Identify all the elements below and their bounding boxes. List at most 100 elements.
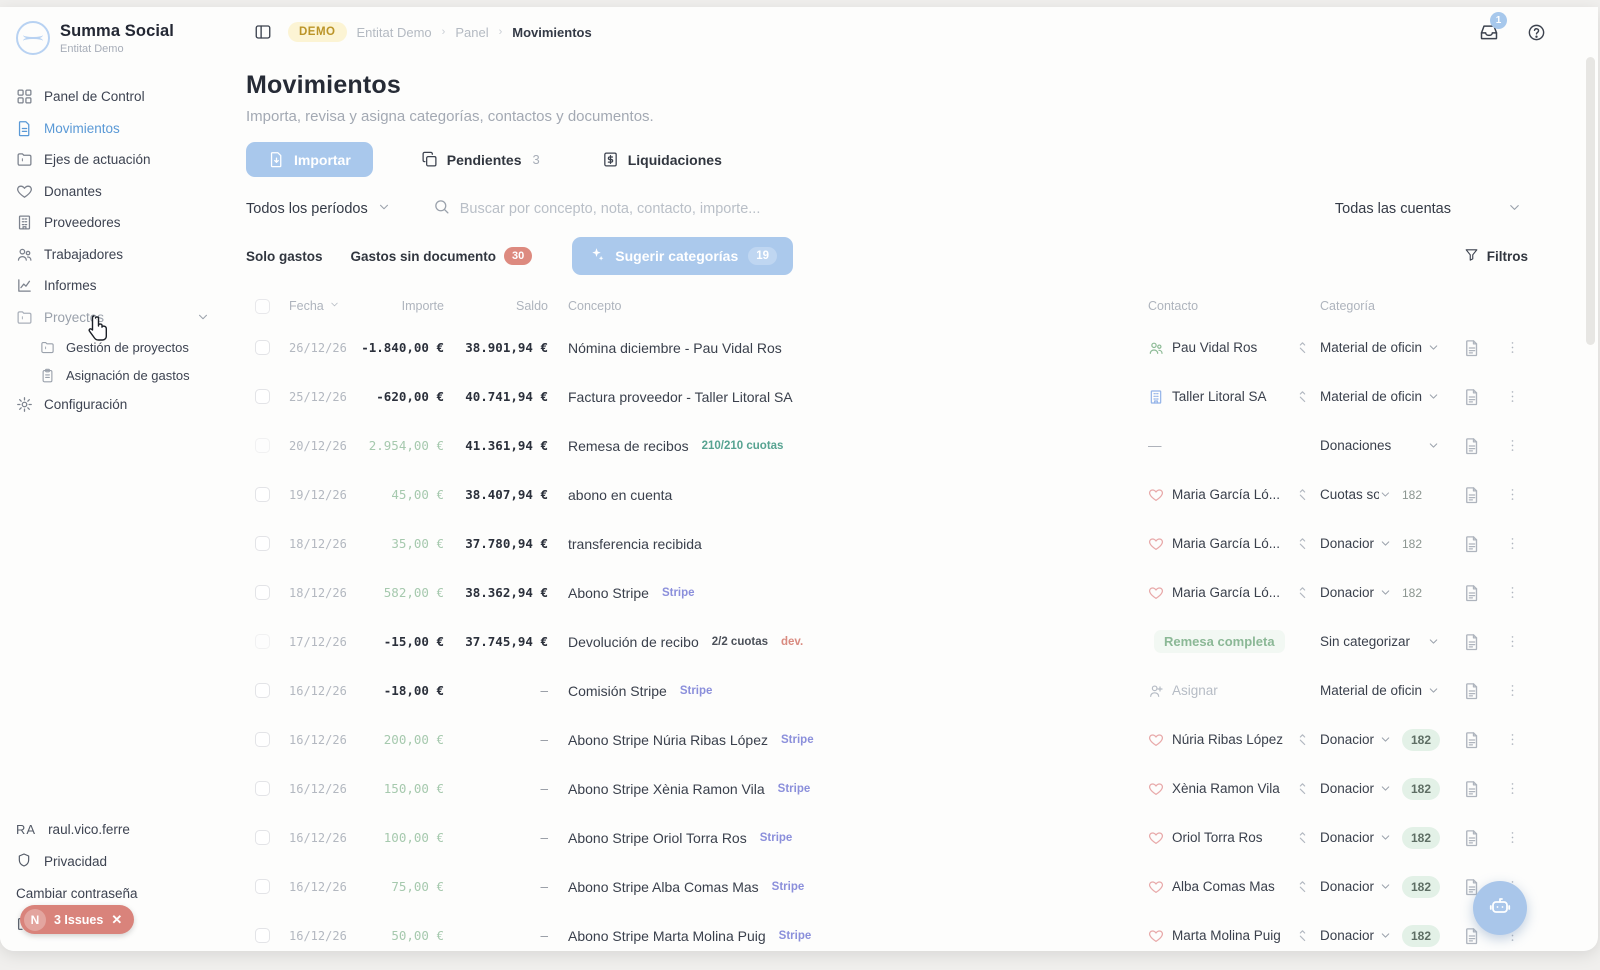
logo[interactable]: Summa Social Entitat Demo [16, 21, 236, 55]
row-menu-icon[interactable] [1494, 633, 1530, 650]
category-dropdown[interactable]: Cuotas so [1320, 487, 1392, 502]
row-checkbox[interactable] [246, 536, 280, 551]
contact-selector-icon[interactable] [1295, 830, 1310, 845]
category-dropdown[interactable]: Material de oficin [1320, 683, 1440, 698]
row-menu-icon[interactable] [1494, 829, 1530, 846]
category-dropdown[interactable]: Donacior [1320, 536, 1392, 551]
contact-selector-icon[interactable] [1295, 487, 1310, 502]
category-dropdown[interactable]: Material de oficin [1320, 340, 1440, 355]
assistant-fab-button[interactable] [1473, 881, 1527, 935]
category-dropdown[interactable]: Donacior [1320, 928, 1392, 943]
table-row[interactable]: 17/12/26-15,00 €37.745,94 €Devolución de… [246, 617, 1598, 666]
inbox-icon[interactable]: 1 [1479, 22, 1499, 42]
document-attach-icon[interactable] [1450, 535, 1494, 553]
contact-selector-icon[interactable] [1295, 879, 1310, 894]
cell-concepto[interactable]: Remesa de recibos210/210 cuotas [548, 438, 1148, 454]
contact-name[interactable]: Maria García Ló... [1172, 585, 1280, 600]
contact-name[interactable]: Maria García Ló... [1172, 487, 1280, 502]
row-menu-icon[interactable] [1494, 682, 1530, 699]
row-menu-icon[interactable] [1494, 584, 1530, 601]
contact-name[interactable]: Maria García Ló... [1172, 536, 1280, 551]
cell-concepto[interactable]: Comisión StripeStripe [548, 683, 1148, 699]
search-input[interactable] [460, 201, 880, 217]
row-checkbox[interactable] [246, 487, 280, 502]
document-attach-icon[interactable] [1450, 339, 1494, 357]
cell-concepto[interactable]: abono en cuenta [548, 487, 1148, 503]
table-row[interactable]: 18/12/26582,00 €38.362,94 €Abono StripeS… [246, 568, 1598, 617]
row-checkbox[interactable] [246, 634, 280, 649]
sugerir-categorias-button[interactable]: Sugerir categorías 19 [572, 237, 793, 275]
contact-selector-icon[interactable] [1295, 585, 1310, 600]
sidebar-item-configuraci-n[interactable]: Configuración [16, 389, 236, 421]
document-attach-icon[interactable] [1450, 437, 1494, 455]
row-menu-icon[interactable] [1494, 339, 1530, 356]
sidebar-item-movimientos[interactable]: Movimientos [16, 113, 236, 145]
table-row[interactable]: 16/12/26-18,00 €—Comisión StripeStripeAs… [246, 666, 1598, 715]
issues-badge[interactable]: N 3 Issues ✕ [20, 905, 134, 934]
breadcrumb-panel[interactable]: Panel [455, 25, 488, 40]
category-dropdown[interactable]: Donacior [1320, 830, 1392, 845]
cell-concepto[interactable]: Factura proveedor - Taller Litoral SA [548, 389, 1148, 405]
document-attach-icon[interactable] [1450, 584, 1494, 602]
row-menu-icon[interactable] [1494, 535, 1530, 552]
chevron-down-icon[interactable] [196, 310, 210, 324]
tab-liquidaciones[interactable]: Liquidaciones [588, 142, 736, 177]
row-menu-icon[interactable] [1494, 731, 1530, 748]
contact-name[interactable]: Núria Ribas López [1172, 732, 1283, 747]
user-row[interactable]: RA raul.vico.ferre [16, 813, 226, 845]
cell-concepto[interactable]: transferencia recibida [548, 536, 1148, 552]
column-header-fecha[interactable]: Fecha [280, 299, 358, 313]
contact-selector-icon[interactable] [1295, 340, 1310, 355]
cell-concepto[interactable]: Devolución de recibo2/2 cuotasdev. [548, 634, 1148, 650]
row-checkbox[interactable] [246, 928, 280, 943]
table-row[interactable]: 18/12/2635,00 €37.780,94 €transferencia … [246, 519, 1598, 568]
tab-pendientes[interactable]: Pendientes3 [407, 142, 554, 177]
solo-gastos-chip[interactable]: Solo gastos [246, 249, 323, 264]
sidebar-item-asignaci-n-de-gastos[interactable]: Asignación de gastos [16, 361, 236, 389]
sidebar-toggle-icon[interactable] [254, 23, 272, 41]
filtros-button[interactable]: Filtros [1464, 247, 1528, 265]
cell-concepto[interactable]: Abono Stripe Xènia Ramon VilaStripe [548, 781, 1148, 797]
document-attach-icon[interactable] [1450, 388, 1494, 406]
sidebar-item-privacidad[interactable]: Privacidad [16, 845, 226, 877]
table-row[interactable]: 25/12/26-620,00 €40.741,94 €Factura prov… [246, 372, 1598, 421]
category-dropdown[interactable]: Sin categorizar [1320, 634, 1440, 649]
contact-name[interactable]: Asignar [1172, 683, 1218, 698]
sidebar-item-trabajadores[interactable]: Trabajadores [16, 239, 236, 271]
cell-concepto[interactable]: Abono StripeStripe [548, 585, 1148, 601]
contact-name[interactable]: Alba Comas Mas [1172, 879, 1275, 894]
cell-concepto[interactable]: Abono Stripe Núria Ribas LópezStripe [548, 732, 1148, 748]
category-dropdown[interactable]: Donacior [1320, 879, 1392, 894]
contact-selector-icon[interactable] [1295, 389, 1310, 404]
cell-concepto[interactable]: Abono Stripe Marta Molina PuigStripe [548, 928, 1148, 944]
cell-concepto[interactable]: Abono Stripe Alba Comas MasStripe [548, 879, 1148, 895]
row-checkbox[interactable] [246, 683, 280, 698]
row-checkbox[interactable] [246, 585, 280, 600]
sidebar-item-ejes-de-actuaci-n[interactable]: Ejes de actuación [16, 144, 236, 176]
sidebar-item-proveedores[interactable]: Proveedores [16, 207, 236, 239]
contact-selector-icon[interactable] [1295, 732, 1310, 747]
row-checkbox[interactable] [246, 389, 280, 404]
sidebar-item-donantes[interactable]: Donantes [16, 176, 236, 208]
table-row[interactable]: 16/12/2650,00 €—Abono Stripe Marta Molin… [246, 911, 1598, 951]
cell-concepto[interactable]: Abono Stripe Oriol Torra RosStripe [548, 830, 1148, 846]
breadcrumb-entity[interactable]: Entitat Demo [357, 25, 432, 40]
contact-name[interactable]: Marta Molina Puig [1172, 928, 1281, 943]
contact-selector-icon[interactable] [1295, 536, 1310, 551]
sidebar-item-proyectos[interactable]: Proyectos [16, 302, 236, 334]
contact-name[interactable]: Taller Litoral SA [1172, 389, 1267, 404]
period-dropdown[interactable]: Todos los períodos [246, 200, 391, 218]
document-attach-icon[interactable] [1450, 486, 1494, 504]
category-dropdown[interactable]: Donacior [1320, 732, 1392, 747]
category-dropdown[interactable]: Donacior [1320, 781, 1392, 796]
row-checkbox[interactable] [246, 830, 280, 845]
help-icon[interactable] [1527, 23, 1546, 42]
contact-selector-icon[interactable] [1295, 928, 1310, 943]
row-checkbox[interactable] [246, 438, 280, 453]
document-attach-icon[interactable] [1450, 780, 1494, 798]
row-menu-icon[interactable] [1494, 437, 1530, 454]
table-row[interactable]: 20/12/262.954,00 €41.361,94 €Remesa de r… [246, 421, 1598, 470]
contact-selector-icon[interactable] [1295, 781, 1310, 796]
table-row[interactable]: 16/12/26100,00 €—Abono Stripe Oriol Torr… [246, 813, 1598, 862]
sidebar-item-panel-de-control[interactable]: Panel de Control [16, 81, 236, 113]
